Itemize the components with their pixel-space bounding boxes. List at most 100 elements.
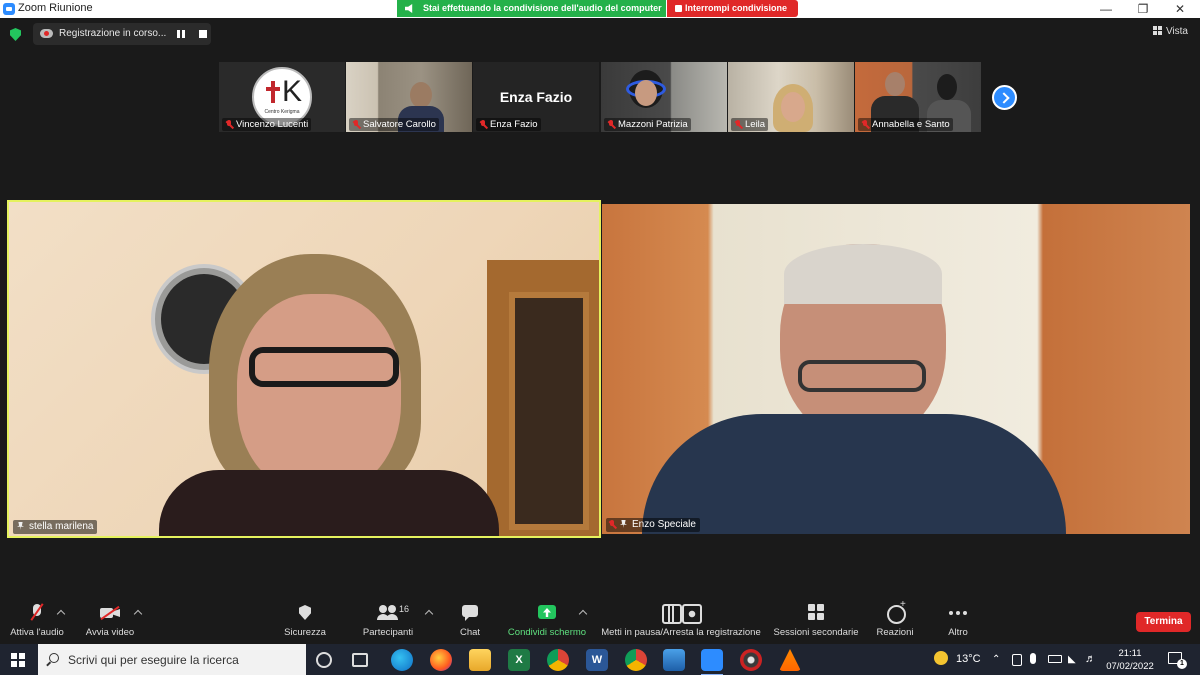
participants-button[interactable]: 16 Partecipanti [358,598,418,644]
breakout-rooms-label: Sessioni secondarie [773,627,859,638]
video-feed-person-2 [937,74,957,100]
view-label: Vista [1165,26,1188,37]
volume-icon[interactable]: ♬ [1085,644,1096,675]
participant-name: Annabella e Santo [858,118,953,131]
cloud-record-icon [40,29,53,38]
participant-name-text: Vincenzo Lucenti [236,119,309,130]
participant-tile[interactable]: Enzo Speciale [602,204,1190,534]
pause-stop-recording-icon [662,604,702,624]
windows-taskbar: X W 13°C ⌃ ◣ ♬ 21:11 07/02/2022 1 [0,644,1200,675]
stop-recording-icon[interactable] [199,30,207,38]
more-icon [947,604,969,622]
participant-name: stella marilena [13,520,98,534]
more-label: Altro [948,627,968,638]
windows-start-icon[interactable] [11,653,25,667]
recording-control-button[interactable]: Metti in pausa/Arresta la registrazione [596,598,766,644]
search-input[interactable] [68,651,298,668]
mic-muted-icon [861,120,869,129]
close-button[interactable]: ✕ [1162,0,1198,18]
chrome-profile-icon[interactable] [625,649,647,671]
share-screen-icon [536,604,558,622]
task-view-icon[interactable] [352,653,368,667]
reactions-button[interactable]: Reazioni [872,598,918,644]
participant-thumbnail[interactable]: K Centro Kerigma Vincenzo Lucenti [219,62,345,132]
participant-thumbnail[interactable]: Enza Fazio Enza Fazio [473,62,599,132]
video-feed-face [635,80,657,106]
tray-chevron-up-icon[interactable]: ⌃ [992,644,1000,675]
participant-glasses [798,360,926,392]
view-button[interactable]: Vista [1152,26,1188,37]
logo-letter: K [282,75,303,108]
more-button[interactable]: Altro [938,598,978,644]
participant-hair [784,244,942,304]
unmute-button[interactable]: Attiva l'audio [6,598,68,644]
audio-share-banner: Stai effettuando la condivisione dell'au… [397,0,666,17]
excel-icon[interactable]: X [508,649,530,671]
taskbar-clock[interactable]: 21:11 07/02/2022 [1100,647,1160,673]
video-feed [410,82,432,108]
participant-name-text: Leila [745,119,766,130]
task-view-circle-icon[interactable] [316,652,332,668]
participant-name-text: stella marilena [29,521,94,532]
encryption-shield-icon[interactable] [10,28,21,41]
word-icon[interactable]: W [586,649,608,671]
breakout-rooms-button[interactable]: Sessioni secondarie [772,598,860,644]
chat-icon [459,604,481,622]
speaker-body [159,470,499,536]
recording-control-label: Metti in pausa/Arresta la registrazione [601,627,761,638]
logo-subtitle: Centro Kerigma [264,109,300,115]
video-feed-person-1 [885,72,905,96]
end-meeting-button[interactable]: Termina [1136,612,1191,632]
participants-options-chevron-icon[interactable] [424,609,434,619]
door-panel [509,292,589,530]
speaker-face [237,294,401,494]
stop-share-button[interactable]: Interrompi condivisione [667,0,798,17]
search-icon [49,653,59,663]
participants-label: Partecipanti [362,627,414,638]
reactions-label: Reazioni [876,627,914,638]
chat-button[interactable]: Chat [450,598,490,644]
meet-now-icon[interactable] [1012,654,1022,666]
pause-recording-icon[interactable] [177,30,185,38]
edge-browser-icon[interactable] [391,649,413,671]
zoom-taskbar-icon[interactable] [701,649,723,675]
weather-temperature[interactable]: 13°C [956,644,981,675]
security-button[interactable]: Sicurezza [280,598,330,644]
camera-off-icon [99,604,121,622]
wifi-icon[interactable]: ◣ [1068,644,1076,675]
next-page-arrow-icon[interactable] [992,85,1017,110]
share-screen-button[interactable]: Condividi schermo [506,598,588,644]
participant-display-name: Enza Fazio [499,89,573,105]
unmute-label: Attiva l'audio [10,627,64,638]
restore-button[interactable]: ❐ [1125,0,1161,18]
media-player-icon[interactable] [740,649,762,671]
microphone-icon[interactable] [1030,653,1036,664]
firefox-icon[interactable] [430,649,452,671]
taskbar-search[interactable] [38,644,306,675]
participant-name: Vincenzo Lucenti [222,118,312,131]
weather-moon-icon[interactable] [934,651,948,665]
mic-muted-icon [608,520,616,529]
participant-thumbnail[interactable]: Leila [728,62,854,132]
participant-thumbnail[interactable]: Mazzoni Patrizia [601,62,727,132]
battery-icon[interactable] [1048,655,1062,663]
start-video-button[interactable]: Avvia video [82,598,138,644]
clock-date: 07/02/2022 [1106,661,1154,672]
zoom-window: Zoom Riunione Stai effettuando la condiv… [0,0,1200,675]
notification-count-badge: 1 [1177,659,1187,669]
chrome-icon[interactable] [547,649,569,671]
participant-thumbnail[interactable]: Salvatore Carollo [346,62,472,132]
minimize-button[interactable]: — [1088,0,1124,18]
participant-thumbnail[interactable]: Annabella e Santo [855,62,981,132]
audio-share-text: Stai effettuando la condivisione dell'au… [423,3,662,13]
mic-muted-icon [352,120,360,129]
photos-icon[interactable] [663,649,685,671]
participant-name: Enza Fazio [476,118,541,131]
participant-name: Leila [731,118,769,131]
pin-icon [17,522,24,530]
start-video-label: Avvia video [85,627,135,638]
reactions-icon [884,599,906,624]
active-speaker-tile[interactable]: stella marilena [7,200,601,538]
file-explorer-icon[interactable] [469,649,491,671]
vlc-icon[interactable] [779,649,801,671]
